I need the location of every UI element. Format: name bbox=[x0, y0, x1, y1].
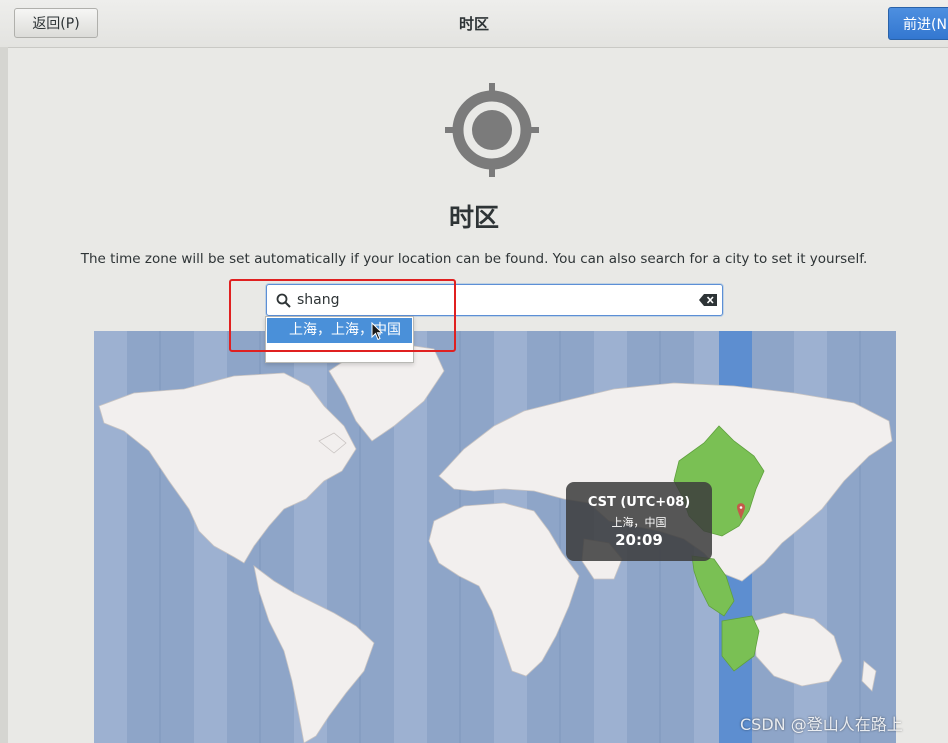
clear-icon[interactable] bbox=[699, 294, 717, 306]
search-icon bbox=[276, 293, 291, 308]
page-title: 时区 bbox=[448, 203, 499, 232]
mouse-pointer-icon bbox=[371, 322, 383, 341]
header-title: 时区 bbox=[458, 15, 489, 33]
location-target-icon bbox=[445, 83, 539, 177]
page-description: The time zone will be set automatically … bbox=[80, 251, 868, 267]
search-result-item[interactable]: 上海，上海，中国 bbox=[267, 318, 412, 343]
search-input[interactable] bbox=[297, 289, 687, 311]
timezone-time: 20:09 bbox=[615, 531, 663, 549]
timezone-abbr: CST (UTC+08) bbox=[587, 495, 691, 510]
timezone-tooltip: CST (UTC+08) 上海，中国 20:09 bbox=[566, 482, 712, 561]
next-button[interactable]: 前进(N bbox=[888, 7, 948, 40]
watermark: CSDN @登山人在路上 bbox=[740, 715, 903, 734]
timezone-city: 上海，中国 bbox=[611, 516, 667, 529]
window-edge bbox=[0, 47, 8, 743]
installer-window: 返回(P) 时区 前进(N 时区 The time zone will be s… bbox=[0, 0, 948, 743]
location-search-box[interactable] bbox=[266, 284, 723, 316]
header-bar: 返回(P) 时区 前进(N bbox=[0, 0, 948, 48]
search-results-dropdown: 上海，上海，中国 bbox=[265, 316, 414, 363]
world-timezone-map[interactable] bbox=[94, 331, 896, 743]
